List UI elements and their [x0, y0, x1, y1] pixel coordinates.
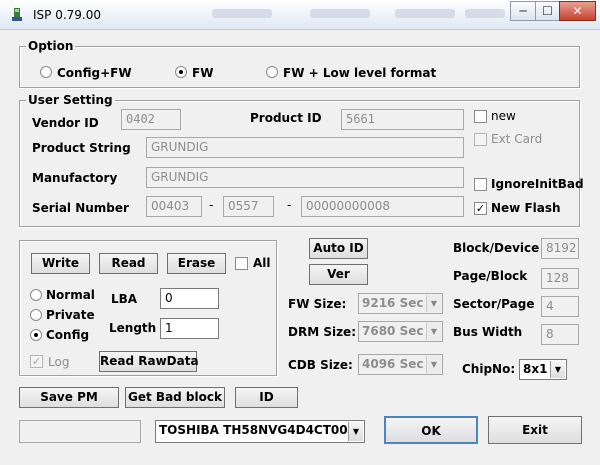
- save-pm-button[interactable]: Save PM: [19, 387, 119, 408]
- drm-size-value: 7680 Sec: [362, 324, 424, 338]
- background-tab-ghost: [395, 9, 455, 18]
- window-title: ISP 0.79.00: [33, 8, 102, 22]
- erase-button[interactable]: Erase: [167, 253, 226, 274]
- fw-size-label: FW Size:: [288, 297, 347, 311]
- serial-separator: -: [209, 198, 214, 212]
- ver-button[interactable]: Ver: [309, 264, 368, 285]
- maximize-button[interactable]: ☐: [535, 1, 560, 21]
- ext-card-checkbox[interactable]: [474, 133, 487, 146]
- manufactory-label: Manufactory: [32, 171, 118, 185]
- dropdown-arrow-icon: ▼: [426, 356, 441, 373]
- product-id-field[interactable]: 5661: [341, 109, 464, 130]
- cdb-size-select[interactable]: 4096 Sec ▼: [358, 354, 443, 375]
- fw-radio[interactable]: [175, 66, 187, 78]
- lba-label: LBA: [111, 292, 138, 306]
- bus-width-field: 8: [541, 324, 579, 345]
- config-fw-radio[interactable]: [40, 66, 52, 78]
- private-radio[interactable]: [30, 309, 42, 321]
- config-label: Config: [46, 328, 90, 342]
- block-device-field: 8192: [541, 238, 579, 259]
- serial-part3-field[interactable]: 00000000008: [301, 196, 464, 217]
- length-input[interactable]: 1: [160, 318, 219, 339]
- write-button[interactable]: Write: [31, 253, 90, 274]
- fw-low-level-label: FW + Low level format: [283, 66, 437, 80]
- new-flash-label: New Flash: [491, 201, 561, 215]
- serial-part2-field[interactable]: 0557: [223, 196, 274, 217]
- dropdown-arrow-icon: ▼: [426, 295, 441, 312]
- config-radio[interactable]: [30, 329, 42, 341]
- product-id-label: Product ID: [250, 111, 322, 125]
- lba-input[interactable]: 0: [160, 288, 219, 309]
- ext-card-label: Ext Card: [491, 132, 543, 146]
- normal-label: Normal: [46, 288, 95, 302]
- background-tab-ghost: [212, 9, 272, 18]
- config-fw-label: Config+FW: [57, 66, 132, 80]
- product-string-label: Product String: [32, 141, 131, 155]
- flash-type-value: TOSHIBA TH58NVG4D4CT00(N: [159, 423, 364, 437]
- vendor-id-label: Vendor ID: [32, 116, 99, 130]
- private-label: Private: [46, 308, 95, 322]
- flash-type-select[interactable]: TOSHIBA TH58NVG4D4CT00(N ▼: [155, 420, 365, 443]
- sector-page-field: 4: [541, 296, 579, 317]
- serial-number-label: Serial Number: [32, 201, 129, 215]
- ignore-init-bad-checkbox[interactable]: [474, 178, 487, 191]
- fw-low-level-radio[interactable]: [266, 66, 278, 78]
- new-label: new: [491, 109, 516, 123]
- drm-size-label: DRM Size:: [288, 325, 356, 339]
- id-button[interactable]: ID: [235, 387, 298, 408]
- status-box: [19, 420, 141, 443]
- drm-size-select[interactable]: 7680 Sec ▼: [358, 321, 443, 342]
- bus-width-label: Bus Width: [453, 325, 523, 339]
- dropdown-arrow-icon: ▼: [550, 361, 565, 378]
- background-tab-ghost: [310, 9, 370, 18]
- serial-separator: -: [287, 198, 292, 212]
- auto-id-button[interactable]: Auto ID: [309, 238, 368, 259]
- user-setting-legend: User Setting: [26, 93, 115, 107]
- dropdown-arrow-icon: ▼: [348, 422, 363, 441]
- page-block-label: Page/Block: [453, 269, 528, 283]
- all-checkbox[interactable]: [235, 257, 248, 270]
- ok-button[interactable]: OK: [384, 416, 478, 444]
- fw-size-value: 9216 Sec: [362, 296, 424, 310]
- manufactory-field[interactable]: GRUNDIG: [146, 167, 464, 188]
- log-checkbox[interactable]: ✓: [30, 355, 43, 368]
- title-bar[interactable]: ISP 0.79.00 ─ ☐ ✕: [0, 0, 600, 30]
- read-raw-data-button[interactable]: Read RawData: [99, 351, 199, 372]
- block-device-label: Block/Device: [453, 241, 540, 255]
- page-block-field: 128: [541, 268, 579, 289]
- all-label: All: [253, 256, 271, 270]
- chipno-label: ChipNo:: [462, 362, 516, 376]
- read-button[interactable]: Read: [99, 253, 158, 274]
- new-checkbox[interactable]: [474, 110, 487, 123]
- ignore-init-bad-label: IgnoreInitBad: [491, 177, 584, 191]
- close-button[interactable]: ✕: [559, 1, 596, 21]
- option-legend: Option: [26, 39, 76, 53]
- vendor-id-field[interactable]: 0402: [121, 109, 181, 130]
- exit-button[interactable]: Exit: [488, 416, 582, 444]
- get-bad-block-button[interactable]: Get Bad block: [125, 387, 225, 408]
- usb-tool-icon: [12, 8, 22, 21]
- cdb-size-label: CDB Size:: [288, 358, 353, 372]
- log-label: Log: [48, 355, 70, 369]
- cdb-size-value: 4096 Sec: [362, 357, 424, 371]
- chipno-value: 8x1: [523, 362, 548, 376]
- fw-size-select[interactable]: 9216 Sec ▼: [358, 293, 443, 314]
- minimize-button[interactable]: ─: [510, 1, 536, 21]
- background-tab-ghost: [465, 9, 505, 18]
- sector-page-label: Sector/Page: [453, 297, 535, 311]
- length-label: Length: [109, 321, 157, 335]
- dropdown-arrow-icon: ▼: [426, 323, 441, 340]
- new-flash-checkbox[interactable]: ✓: [474, 202, 487, 215]
- product-string-field[interactable]: GRUNDIG: [146, 137, 464, 158]
- normal-radio[interactable]: [30, 289, 42, 301]
- serial-part1-field[interactable]: 00403: [146, 196, 202, 217]
- chipno-select[interactable]: 8x1 ▼: [519, 359, 567, 380]
- fw-label: FW: [192, 66, 214, 80]
